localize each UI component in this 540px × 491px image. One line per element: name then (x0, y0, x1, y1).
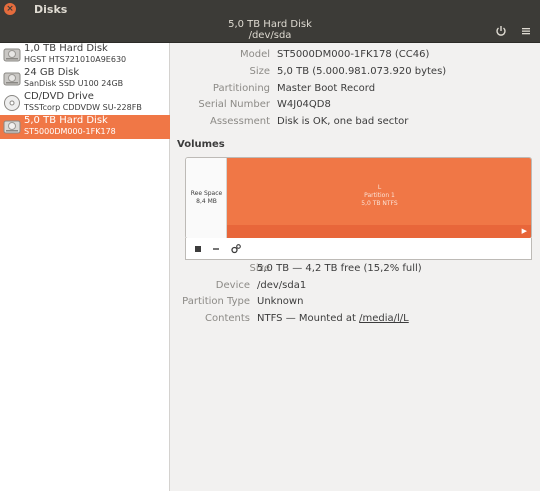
model-label: Model (239, 49, 270, 60)
drive-item-1tb[interactable]: 1,0 TB Hard Disk HGST HTS721010A9E630 (0, 43, 170, 67)
contents-text: NTFS — Mounted at (257, 313, 360, 324)
stop-button[interactable] (190, 241, 206, 257)
partition-content-bar: ▶ (227, 225, 531, 238)
drive-item-5tb[interactable]: 5,0 TB Hard Disk ST5000DM000-1FK178 (0, 115, 170, 139)
size-value: 5,0 TB (5.000.981.073.920 bytes) (277, 66, 447, 77)
disk-details-panel: Model ST5000DM000-1FK178 (CC46) Size 5,0… (171, 43, 540, 491)
drive-model: ST5000DM000-1FK178 (24, 127, 116, 136)
partition-size-type: 5,0 TB NTFS (361, 200, 398, 207)
serial-value: W4J04QD8 (277, 99, 331, 110)
gears-icon (231, 244, 241, 254)
power-icon[interactable] (493, 23, 509, 39)
settings-button[interactable] (228, 241, 244, 257)
partition-type-value: Unknown (257, 296, 304, 307)
partition-segment[interactable]: L Partition 1 5,0 TB NTFS ▶ (227, 158, 531, 238)
free-space-size: 8,4 MB (196, 198, 217, 205)
partition-type-label: Partition Type (182, 296, 250, 307)
partition-size-value: 5,0 TB — 4,2 TB free (15,2% full) (257, 263, 422, 274)
mount-point-link[interactable]: /media/l/L (359, 313, 409, 324)
drives-sidebar: 1,0 TB Hard Disk HGST HTS721010A9E630 24… (0, 43, 170, 491)
drive-model: HGST HTS721010A9E630 (24, 55, 127, 64)
window-controls: × (4, 3, 28, 16)
drive-model: SanDisk SSD U100 24GB (24, 79, 124, 88)
play-icon: ▶ (521, 227, 527, 235)
drive-item-24gb[interactable]: 24 GB Disk SanDisk SSD U100 24GB (0, 67, 170, 91)
partition-name: Partition 1 (364, 192, 395, 199)
volume-map: Ree Space 8,4 MB L Partition 1 5,0 TB NT… (185, 157, 532, 239)
stop-icon (195, 246, 201, 252)
minus-icon (213, 248, 219, 250)
hard-disk-icon (3, 120, 21, 134)
model-value: ST5000DM000-1FK178 (CC46) (277, 49, 430, 60)
title-bar: × Disks (0, 0, 540, 19)
app-title: Disks (34, 3, 68, 16)
size-label: Size (249, 66, 270, 77)
drive-model: TSSTcorp CDDVDW SU-228FB (24, 103, 142, 112)
optical-disc-icon (4, 95, 20, 111)
hard-disk-icon (3, 48, 21, 62)
drive-item-cd-dvd[interactable]: CD/DVD Drive TSSTcorp CDDVDW SU-228FB (0, 91, 170, 115)
header-bar: 5,0 TB Hard Disk /dev/sda (0, 19, 540, 43)
drive-name: 24 GB Disk (24, 67, 80, 78)
device-value: /dev/sda1 (257, 280, 307, 291)
serial-label: Serial Number (198, 99, 270, 110)
hard-disk-icon (3, 72, 21, 86)
device-label: Device (215, 280, 250, 291)
partition-volume-label: L (377, 184, 382, 191)
partition-size-label: Size (249, 263, 270, 274)
volume-toolbar (185, 238, 532, 260)
close-window-button[interactable]: × (4, 3, 16, 15)
assessment-label: Assessment (210, 116, 270, 127)
header-subtitle: /dev/sda (248, 30, 292, 41)
free-space-segment[interactable]: Ree Space 8,4 MB (186, 158, 227, 238)
volumes-heading: Volumes (177, 139, 225, 150)
delete-partition-button[interactable] (208, 241, 224, 257)
contents-value: NTFS — Mounted at /media/l/L (257, 313, 409, 324)
drive-name: CD/DVD Drive (24, 91, 94, 102)
drive-name: 5,0 TB Hard Disk (24, 115, 108, 126)
drive-name: 1,0 TB Hard Disk (24, 43, 108, 54)
menu-icon[interactable] (518, 23, 534, 39)
assessment-value: Disk is OK, one bad sector (277, 116, 409, 127)
partitioning-value: Master Boot Record (277, 83, 376, 94)
free-space-label: Ree Space (190, 190, 223, 197)
contents-label: Contents (205, 313, 250, 324)
partitioning-label: Partitioning (212, 83, 270, 94)
header-title: 5,0 TB Hard Disk (228, 19, 312, 30)
